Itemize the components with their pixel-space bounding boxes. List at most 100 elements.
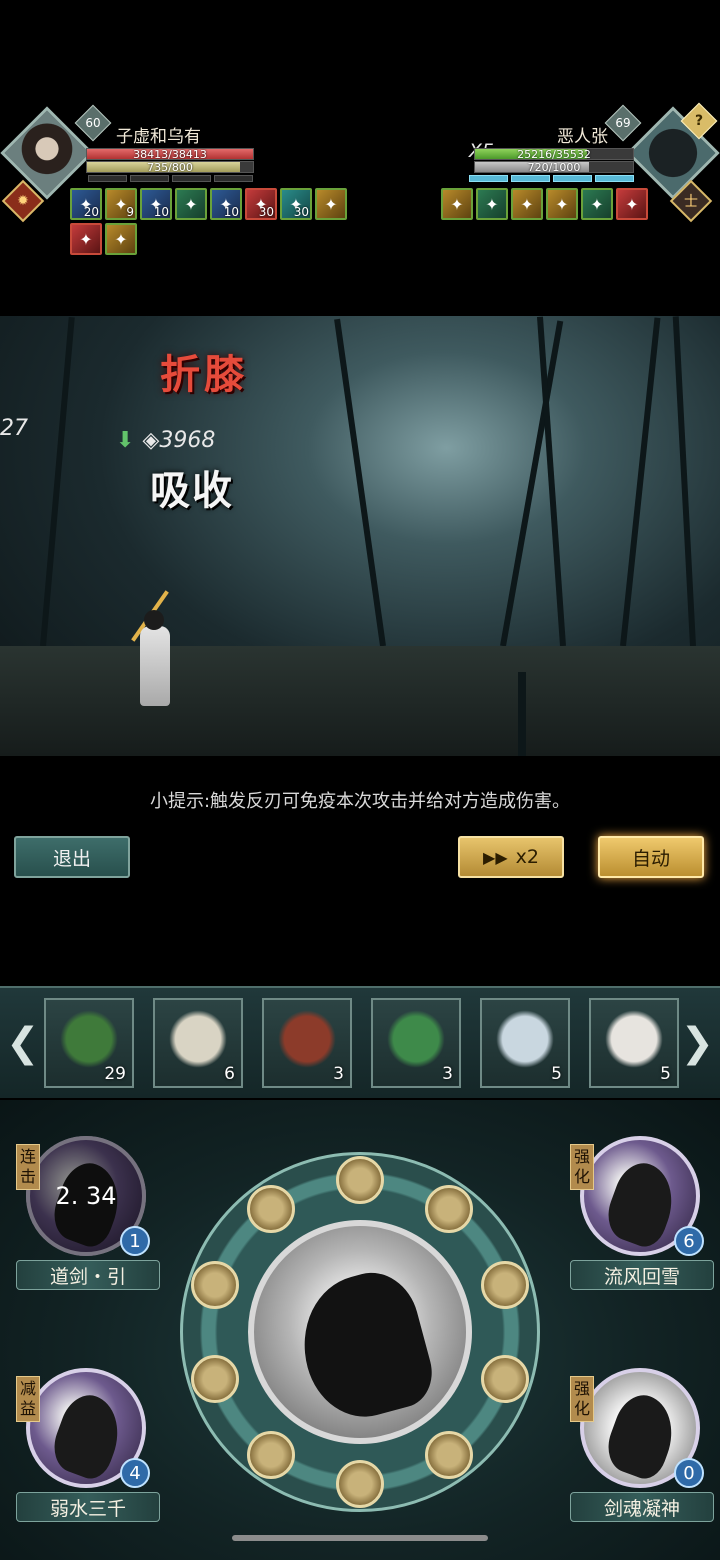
item-quantity: 5 — [551, 1064, 562, 1084]
buff-count: 20 — [83, 205, 99, 219]
item-quantity: 3 — [442, 1064, 453, 1084]
lotus-plus-icon[interactable]: ✦ — [581, 188, 613, 220]
strike-icon[interactable]: ✦ 30 — [245, 188, 277, 220]
speed-label: x2 — [515, 846, 539, 868]
item-bar: ❮ 29 6 3 3 5 5 ❯ — [0, 986, 720, 1098]
auto-button[interactable]: 自动 — [598, 836, 704, 878]
energy-orb — [480, 1261, 529, 1310]
strike-icon[interactable]: ✦ — [546, 188, 578, 220]
medicine-bowl-icon — [278, 1010, 336, 1068]
lotus-icon[interactable]: ✦ — [476, 188, 508, 220]
buff-glyph: ✦ — [324, 194, 338, 214]
buff-count: 30 — [293, 205, 309, 219]
battle-scene: 折膝 27 ⬇ ◈3968 吸收 — [0, 316, 720, 756]
herb-bundle-icon — [60, 1010, 118, 1068]
energy-orb — [246, 1430, 295, 1479]
energy-orb — [246, 1185, 295, 1234]
item-slot[interactable]: 6 — [153, 998, 243, 1088]
player-character — [118, 590, 188, 716]
figure-icon[interactable]: ✦ — [315, 188, 347, 220]
buff-glyph: ✦ — [555, 194, 569, 214]
player-mp-bar: 735/800 — [86, 161, 254, 173]
ground — [0, 646, 720, 756]
buff-glyph: ✦ — [114, 229, 128, 249]
skill-name-label: 弱水三千 — [16, 1492, 160, 1522]
skill-panel: 2. 34 连击 1 道剑・引 强化 6 流风回雪 减益 4 弱水三千 强化 0 剑魂凝神 — [0, 1100, 720, 1560]
skill-tag: 强化 — [570, 1144, 594, 1190]
kneel-icon[interactable]: ✦ — [70, 223, 102, 255]
sword-dash-icon[interactable]: ✦ 20 — [70, 188, 102, 220]
exit-label: 退出 — [52, 847, 91, 870]
enemy-hud: 69 ? 士 恶人张 X5 25216/35532 720/1000 ✦✦✦✦✦… — [360, 100, 720, 270]
player-buff-list: ✦ 20 ✦ 9 ✦ 10 ✦ ✦ 10 ✦ 30 ✦ 30 ✦ ✦ ✦ — [70, 188, 360, 255]
speed-button[interactable]: ▶▶ x2 — [458, 836, 564, 878]
skill-tag: 连击 — [16, 1144, 40, 1190]
player-name: 子虚和乌有 — [116, 127, 201, 147]
chevron-right-icon[interactable]: ❯ — [680, 1018, 714, 1068]
item-slot[interactable]: 29 — [44, 998, 134, 1088]
ultimate-skill-button[interactable] — [248, 1220, 472, 1444]
enemy-level-badge: 69 — [604, 104, 642, 142]
skill-count-badge: 6 — [674, 1226, 704, 1256]
player-mp-text: 735/800 — [147, 161, 193, 173]
buff-glyph: ✦ — [520, 194, 534, 214]
sword-dash-icon[interactable]: ✦ 10 — [140, 188, 172, 220]
chevron-left-icon[interactable]: ❮ — [6, 1018, 40, 1068]
home-indicator[interactable] — [232, 1535, 488, 1541]
buff-glyph: ✦ — [79, 229, 93, 249]
buff-glyph: ✦ — [450, 194, 464, 214]
energy-orb — [425, 1185, 474, 1234]
skill-button[interactable]: 强化 0 剑魂凝神 — [562, 1368, 714, 1548]
skill-button[interactable]: 减益 4 弱水三千 — [8, 1368, 160, 1548]
damage-number: 27 — [0, 416, 28, 441]
item-quantity: 29 — [104, 1064, 126, 1084]
buff-glyph: ✦ — [485, 194, 499, 214]
shield-icon[interactable]: ✦ — [616, 188, 648, 220]
player-level: 60 — [85, 116, 101, 130]
item-slot[interactable]: 5 — [589, 998, 679, 1088]
energy-orb — [425, 1430, 474, 1479]
sword-dash-icon[interactable]: ✦ 10 — [210, 188, 242, 220]
exit-button[interactable]: 退出 — [14, 836, 130, 878]
item-slot[interactable]: 5 — [480, 998, 570, 1088]
item-quantity: 6 — [224, 1064, 235, 1084]
buff-glyph: ✦ — [625, 194, 639, 214]
skill-count-badge: 4 — [120, 1458, 150, 1488]
skill-button[interactable]: 强化 6 流风回雪 — [562, 1136, 714, 1316]
sword-dash-icon[interactable]: ✦ — [441, 188, 473, 220]
skill-count-badge: 1 — [120, 1226, 150, 1256]
jade-seal-icon — [169, 1010, 227, 1068]
fist-icon[interactable]: ✦ 9 — [105, 188, 137, 220]
buff-count: 10 — [223, 205, 239, 219]
fast-forward-icon: ▶▶ — [483, 847, 508, 867]
buff-count: 9 — [126, 205, 134, 219]
buff-count: 30 — [258, 205, 274, 219]
item-quantity: 3 — [333, 1064, 344, 1084]
absorb-label: 吸收 — [150, 467, 234, 514]
player-hp-bar: 38413/38413 — [86, 148, 254, 160]
item-slot[interactable]: 3 — [262, 998, 352, 1088]
slash-icon[interactable]: ✦ — [511, 188, 543, 220]
arrow-up-icon[interactable]: ✦ 30 — [280, 188, 312, 220]
item-slot[interactable]: 3 — [371, 998, 461, 1088]
skill-name-popup: 折膝 — [160, 351, 248, 398]
enemy-mp-bar: 720/1000 — [474, 161, 634, 173]
auto-label: 自动 — [631, 847, 670, 870]
enemy-buff-list: ✦ ✦ ✦ ✦ ✦ ✦ — [434, 188, 648, 220]
player-hp-text: 38413/38413 — [133, 148, 207, 160]
absorb-number: ⬇ ◈3968 — [116, 428, 216, 453]
potion-bottle-icon — [496, 1010, 554, 1068]
buff-count: 10 — [153, 205, 169, 219]
lotus-icon[interactable]: ✦ — [175, 188, 207, 220]
energy-orb — [336, 1460, 384, 1508]
skill-name-label: 道剑・引 — [16, 1260, 160, 1290]
enemy-hp-text: 25216/35532 — [517, 148, 591, 160]
player-hud: 60 ✹ 子虚和乌有 38413/38413 735/800 ✦ 20 ✦ 9 ✦ 10 ✦… — [0, 100, 360, 270]
slash-icon[interactable]: ✦ — [105, 223, 137, 255]
skill-button[interactable]: 2. 34 连击 1 道剑・引 — [8, 1136, 160, 1316]
item-quantity: 5 — [660, 1064, 671, 1084]
enemy-energy-pips — [469, 175, 634, 182]
energy-orb — [480, 1354, 529, 1403]
gourd-icon — [605, 1010, 663, 1068]
buff-glyph: ✦ — [184, 194, 198, 214]
